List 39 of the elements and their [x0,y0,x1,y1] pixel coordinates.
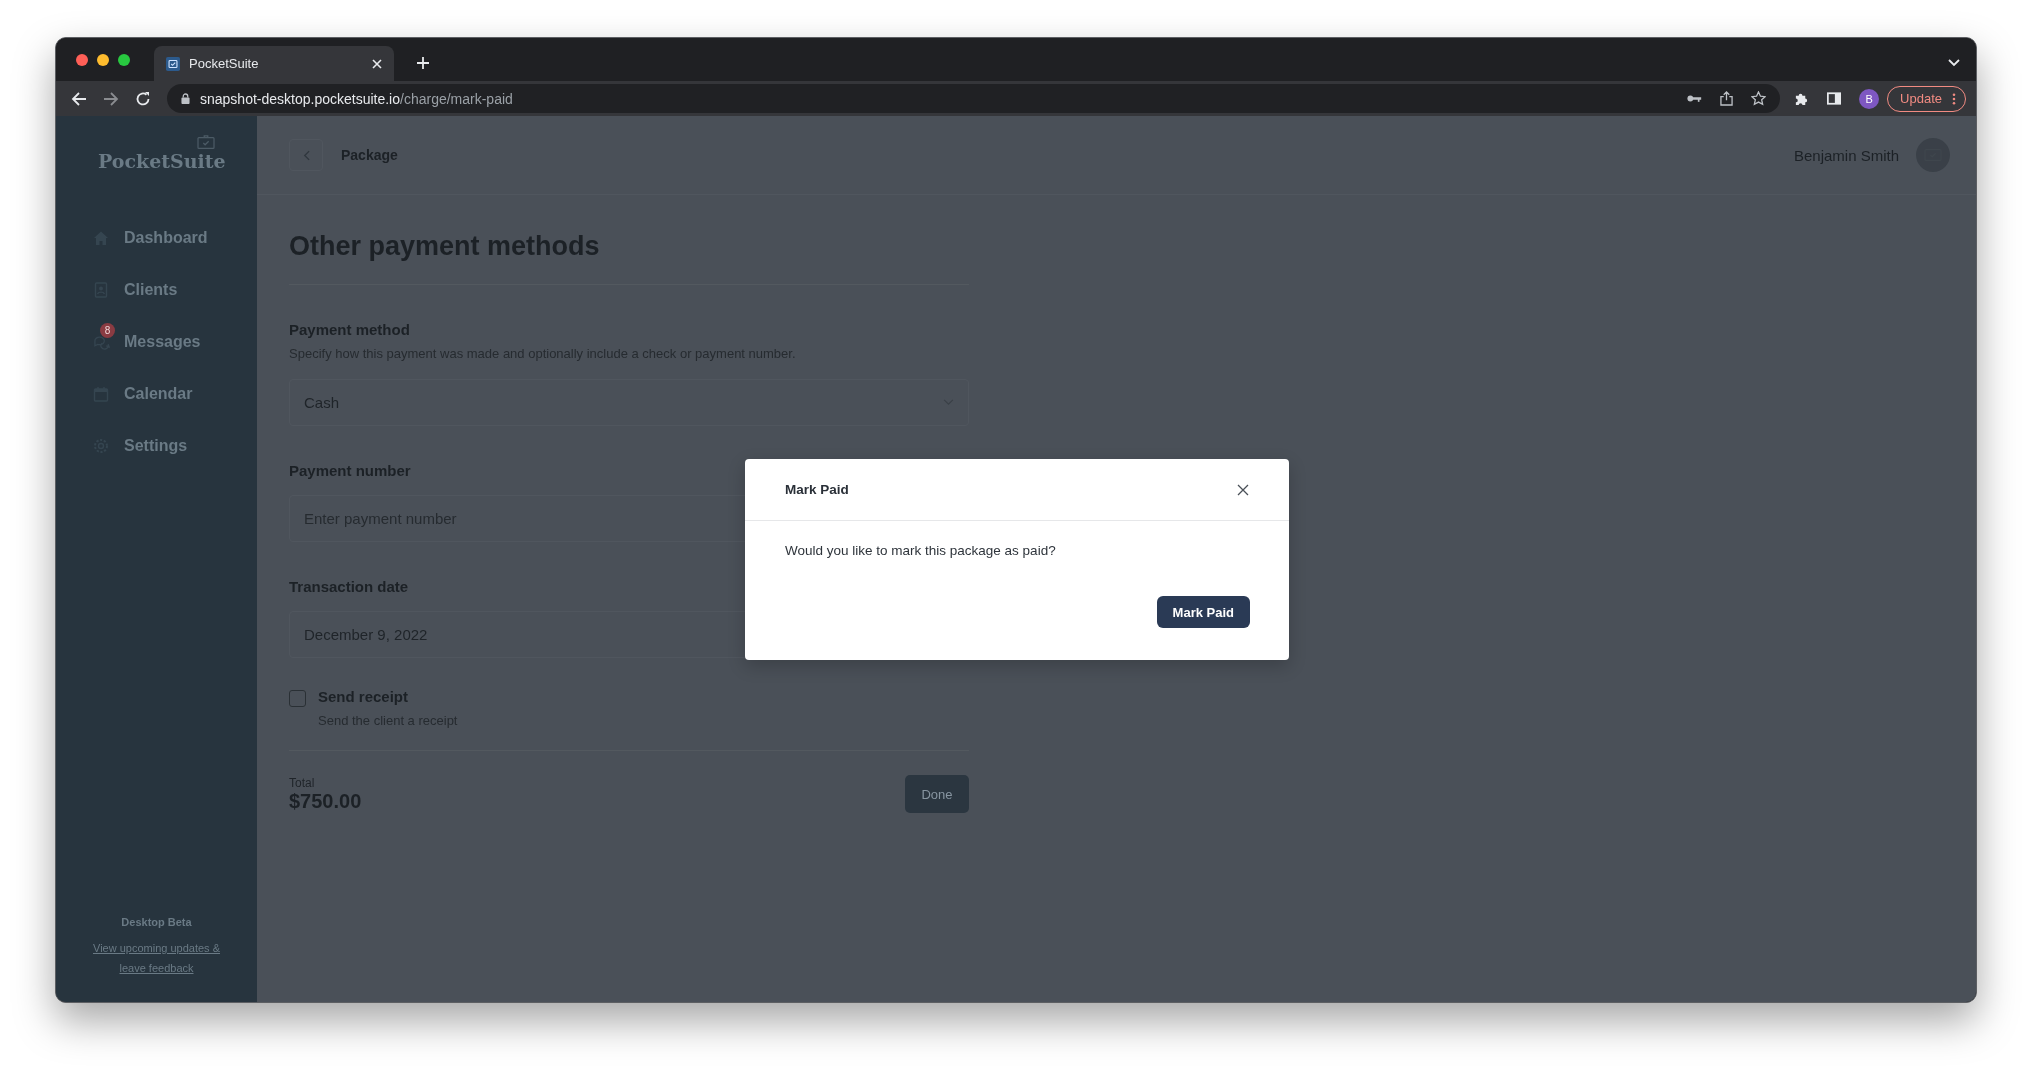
favicon-icon [166,56,180,71]
profile-avatar[interactable]: B [1859,88,1880,109]
address-bar[interactable]: snapshot-desktop.pocketsuite.io/charge/mark-paid [167,84,1781,113]
back-icon[interactable] [71,90,87,107]
dialog-title: Mark Paid [785,482,849,497]
url-text: snapshot-desktop.pocketsuite.io/charge/mark-paid [200,90,513,107]
done-button[interactable]: Done [905,775,969,813]
minimize-window-icon[interactable] [97,53,109,66]
checkmark-chat-icon [197,135,215,151]
reload-icon[interactable] [135,90,151,107]
key-icon[interactable] [1687,94,1703,103]
chevron-left-icon [302,149,310,161]
new-tab-icon[interactable] [416,56,430,70]
beta-label: Desktop Beta [121,916,192,928]
dialog-message: Would you like to mark this package as paid? [785,543,1057,558]
sidebar-icon[interactable] [1827,92,1842,105]
feedback-link[interactable]: View upcoming updates & leave feedback [79,938,234,978]
share-icon[interactable] [1720,91,1734,106]
mark-paid-button[interactable]: Mark Paid [1156,596,1250,628]
unread-badge: 8 [100,322,115,338]
star-icon[interactable] [1751,91,1767,106]
puzzle-icon[interactable] [1794,91,1810,106]
close-icon[interactable] [1237,483,1249,496]
browser-tab[interactable]: PocketSuite [154,46,394,81]
nav-item[interactable]: Settings [124,437,188,455]
send-receipt-checkbox[interactable] [289,690,306,707]
forward-icon[interactable] [103,90,119,107]
nav-item[interactable]: Clients [124,281,178,299]
lock-icon [181,93,190,104]
nav-item[interactable]: Dashboard [124,229,208,247]
nav-item[interactable]: Messages [124,333,201,351]
maximize-window-icon[interactable] [118,53,130,66]
more-icon[interactable] [1952,92,1956,105]
chat-icon [93,333,110,350]
nav-item[interactable]: Calendar [124,385,193,403]
close-tab-icon[interactable] [372,58,382,69]
logo[interactable]: PocketSuite [98,150,226,172]
close-window-icon[interactable] [76,53,88,66]
chevron-down-icon[interactable] [1948,59,1960,67]
